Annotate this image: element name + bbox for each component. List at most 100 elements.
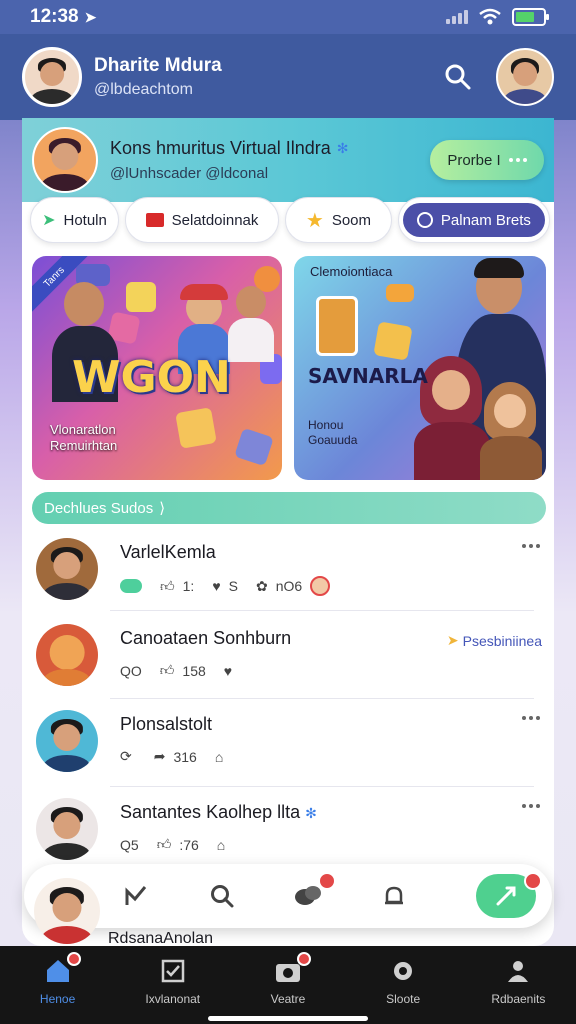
refresh-icon: ⟳ [120, 748, 132, 764]
feed-avatar [36, 538, 98, 600]
notification-badge [524, 872, 542, 890]
tab-label: Rdbaenits [491, 992, 546, 1006]
section-label: Dechlues Sudos [44, 499, 154, 517]
star-icon: ★ [305, 209, 324, 232]
chip-selatdoinnak[interactable]: Selatdoinnak [124, 197, 280, 243]
promo-card-left[interactable]: Tanrs WGON Vlonaratlon Remuirhtan [32, 256, 282, 480]
chip-soom[interactable]: ★ Soom [285, 197, 392, 243]
profile-banner: Kons hmuritus Virtual Ilndra ✻ @lUnhscad… [22, 118, 554, 202]
promo-card-right[interactable]: Clemoiontiaca SAVNARLA Honou Goauuda [294, 256, 546, 480]
arrow-right-icon: ⟩ [159, 500, 166, 517]
chip-label: Soom [331, 211, 372, 229]
feed-avatar [36, 710, 98, 772]
feed-meta: Q5 👍︎ :76 ⌂ [120, 836, 226, 853]
game-tile [373, 321, 413, 361]
thumbs-up-icon: 👍︎ [160, 577, 175, 594]
more-options-icon[interactable] [522, 544, 540, 548]
chip-label: Palnam Brets [440, 211, 531, 229]
compose-icon [496, 886, 516, 906]
floating-action-bar [24, 864, 552, 928]
feed-avatar [36, 624, 98, 686]
divider [110, 698, 534, 699]
poster-tile [316, 296, 358, 356]
header-user-info: Dharite Mdura @lbdeachtom [94, 55, 222, 99]
checklist-icon [161, 959, 185, 983]
tab-label: Veatre [270, 992, 306, 1006]
heart-icon: ♥ [223, 662, 233, 679]
home-small-icon: ⌂ [216, 836, 226, 853]
promo-caption: Honou Goauuda [308, 418, 358, 447]
notification-badge [296, 952, 311, 966]
chip-hotuln[interactable]: ➤ Hotuln [30, 197, 119, 243]
tab-profile[interactable]: Rdbaenits [468, 956, 568, 1006]
tab-settings[interactable]: Sloote [353, 956, 453, 1006]
search-icon [211, 885, 234, 908]
feed-meta: 👍︎ 1: ♥ S ✿ nO6 [120, 576, 331, 596]
promo-title: SAVNARLA [308, 364, 428, 388]
feed-title: Plonsalstolt [120, 714, 213, 734]
person-icon [508, 961, 529, 982]
chip-label: Hotuln [63, 211, 107, 229]
chip-label: Selatdoinnak [171, 211, 259, 229]
filter-chips: ➤ Hotuln Selatdoinnak ★ Soom Palnam Bret… [30, 197, 550, 243]
feed-item[interactable]: VarlelKemla 👍︎ 1: ♥ S ✿ nO6 [32, 532, 544, 612]
feed-tag[interactable]: ➤ Psesbiniinea [447, 632, 542, 649]
more-dots-icon [508, 158, 527, 162]
notifications-button[interactable] [372, 874, 416, 918]
tab-camera[interactable]: Veatre [238, 952, 338, 1006]
promo-person [228, 286, 274, 362]
banner-avatar[interactable] [32, 127, 98, 193]
leaf-icon: ➤ [42, 212, 56, 229]
chat-button[interactable] [286, 872, 336, 918]
main-card: Kons hmuritus Virtual Ilndra ✻ @lUnhscad… [22, 118, 554, 946]
notification-badge [318, 872, 336, 890]
chat-icon [295, 886, 321, 905]
trending-button[interactable] [114, 874, 158, 918]
tab-home[interactable]: Henoe [8, 952, 108, 1006]
banner-subtitle: @lUnhscader @ldconal [110, 165, 269, 182]
home-small-icon: ⌂ [214, 748, 224, 765]
section-header-pill[interactable]: Dechlues Sudos ⟩ [32, 492, 546, 524]
promo-person [480, 382, 542, 480]
feed-meta: QO 👍︎ 158 ♥ [120, 662, 233, 679]
search-icon [445, 64, 471, 90]
thumbs-up-icon: 👍︎ [156, 836, 172, 852]
divider [110, 786, 534, 787]
tab-label: Henoe [39, 992, 76, 1006]
search-nav-button[interactable] [200, 874, 244, 918]
feed-title: VarlelKemla [120, 542, 216, 562]
signal-icon [446, 10, 468, 24]
feed-item[interactable]: Canoataen Sonhburn QO 👍︎ 158 ♥ ➤ Psesbin… [32, 618, 544, 698]
search-button[interactable] [438, 57, 478, 97]
chip-palnam-brets[interactable]: Palnam Brets [397, 197, 550, 243]
floating-avatar[interactable] [34, 878, 100, 944]
feed-meta: ⟳ ➦ 316 ⌂ [120, 748, 224, 765]
user-avatar[interactable] [22, 47, 82, 107]
more-options-icon[interactable] [522, 804, 540, 808]
home-indicator [208, 1016, 368, 1021]
promo-caption: Vlonaratlon Remuirhtan [50, 422, 118, 453]
feed-title: Canoataen Sonhburn [120, 628, 292, 648]
paw-icon: ✿ [255, 577, 268, 594]
compose-button[interactable] [476, 872, 542, 918]
game-tile [126, 282, 156, 312]
feed-item[interactable]: Santantes Kaolhep llta ✻ Q5 👍︎ :76 ⌂ [32, 792, 544, 872]
profile-button[interactable]: Prorbe I [430, 140, 544, 180]
location-arrow-icon: ➤ [84, 8, 97, 25]
divider [110, 610, 534, 611]
bottom-tab-bar: Henoe Ixvlanonat Veatre Sloote Rdbaenits [0, 946, 576, 1024]
promo-top-label: Clemoiontiaca [310, 264, 393, 279]
header-user-name: Dharite Mdura [94, 55, 222, 76]
feed-avatar [36, 798, 98, 860]
verified-icon: ✻ [336, 140, 349, 156]
profile-button-label: Prorbe I [447, 151, 501, 169]
reaction-avatar-icon [310, 576, 331, 596]
more-options-icon[interactable] [522, 716, 540, 720]
profile-avatar-button[interactable] [496, 48, 554, 106]
app-header: Dharite Mdura @lbdeachtom [0, 34, 576, 120]
tab-label: Ixvlanonat [145, 992, 201, 1006]
feed-item[interactable]: Plonsalstolt ⟳ ➦ 316 ⌂ [32, 704, 544, 784]
tab-tasks[interactable]: Ixvlanonat [123, 956, 223, 1006]
status-pill-icon [120, 579, 142, 593]
feed-title: Santantes Kaolhep llta [120, 802, 301, 822]
